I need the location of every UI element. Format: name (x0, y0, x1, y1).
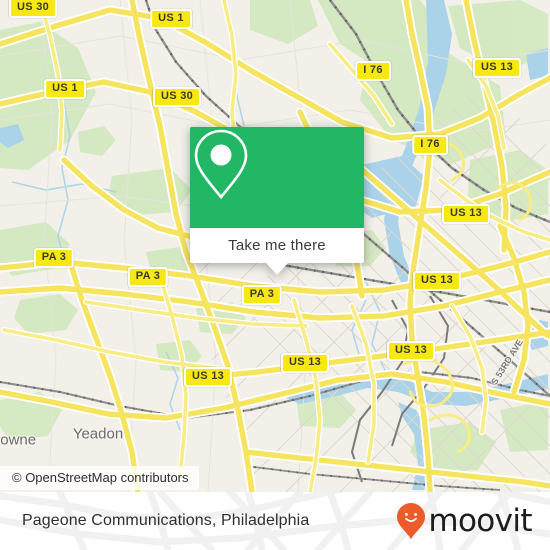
location-callout-card[interactable]: Take me there (190, 127, 364, 275)
callout-icon-panel (190, 127, 364, 228)
road-shield: I 76 (355, 61, 391, 81)
place-label-lansdowne: downe (0, 431, 37, 449)
road-shield: US 30 (8, 0, 58, 18)
road-shield: US 30 (152, 87, 202, 107)
moovit-smiley-pin-icon (397, 503, 426, 539)
callout-action-panel[interactable]: Take me there (190, 228, 364, 275)
footer-bar: Pageone Communications, Philadelphia moo… (0, 492, 550, 550)
moovit-logo[interactable]: moovit (396, 502, 533, 540)
take-me-there-label: Take me there (228, 237, 326, 254)
road-shield: US 1 (44, 79, 86, 99)
road-shield: US 13 (280, 353, 330, 373)
road-shield: PA 3 (241, 285, 283, 305)
road-shield: US 13 (441, 204, 491, 224)
road-shield: US 13 (472, 58, 522, 78)
road-shield: US 13 (386, 341, 436, 361)
moovit-map-screenshot: US 30 US 1 US 1 US 30 I 76 US 13 I 76 US… (0, 0, 550, 550)
road-shield: PA 3 (33, 248, 75, 268)
map-attribution[interactable]: © OpenStreetMap contributors (0, 466, 199, 490)
callout-pointer (266, 263, 288, 275)
map-canvas[interactable]: US 30 US 1 US 1 US 30 I 76 US 13 I 76 US… (0, 0, 550, 492)
road-shield: US 13 (183, 367, 233, 387)
place-label-yeadon: Yeadon (72, 425, 124, 443)
map-pin-icon (194, 129, 248, 200)
page-title: Pageone Communications, Philadelphia (22, 512, 310, 529)
road-shield: I 76 (412, 135, 448, 155)
road-shield: US 1 (150, 9, 192, 29)
moovit-wordmark: moovit (428, 502, 532, 539)
road-shield: US 13 (412, 271, 462, 291)
road-shield: PA 3 (127, 267, 169, 287)
